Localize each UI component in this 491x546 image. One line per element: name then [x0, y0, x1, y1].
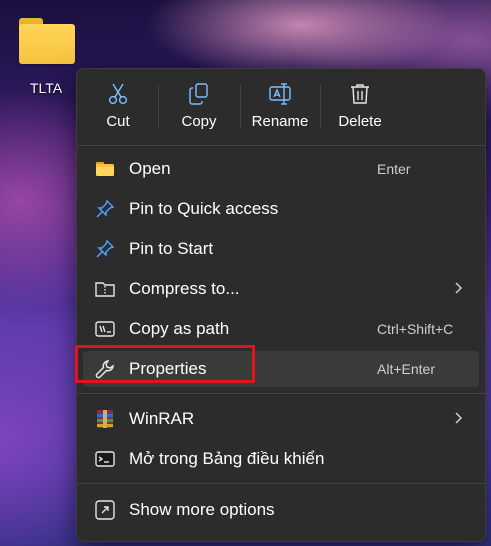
folder-label: TLTA: [29, 80, 63, 96]
menu-item-label: Pin to Start: [129, 239, 214, 258]
menu-item-label: Pin to Quick access: [129, 199, 279, 218]
context-toolbar: Cut Copy Rename Delete: [77, 69, 485, 145]
copy-button[interactable]: Copy: [159, 79, 239, 135]
menu-item-pin-quick-access[interactable]: Pin to Quick access: [83, 191, 479, 227]
zip-folder-icon: [95, 282, 115, 297]
cut-label: Cut: [106, 113, 130, 130]
shortcut-text: Enter: [377, 161, 411, 177]
winrar-icon: [97, 410, 113, 428]
folder-open-icon: [96, 162, 114, 176]
chevron-right-icon: [455, 412, 463, 424]
delete-label: Delete: [338, 113, 382, 130]
copy-icon: [189, 83, 208, 105]
copy-label: Copy: [181, 113, 217, 130]
chevron-right-icon: [455, 282, 463, 294]
terminal-icon: [95, 451, 115, 467]
menu-divider: [77, 483, 485, 484]
path-icon: [95, 321, 115, 337]
rename-button[interactable]: Rename: [240, 79, 320, 135]
rename-icon: [269, 83, 291, 105]
rename-label: Rename: [251, 113, 309, 130]
menu-item-pin-start[interactable]: Pin to Start: [83, 231, 479, 267]
folder-icon: [17, 16, 75, 64]
context-menu: Cut Copy Rename Delete Open Enter Pin to…: [76, 68, 486, 542]
properties-highlight-box: [75, 345, 255, 383]
menu-divider: [77, 393, 485, 394]
cut-button[interactable]: Cut: [78, 79, 158, 135]
trash-icon: [351, 84, 369, 104]
pin-icon: [96, 199, 115, 218]
scissors-icon: [108, 83, 128, 105]
shortcut-text: Ctrl+Shift+C: [377, 321, 454, 337]
menu-item-label: Open: [129, 159, 171, 178]
menu-item-label: Compress to...: [129, 279, 240, 298]
pin-icon: [96, 239, 115, 258]
menu-item-open-terminal[interactable]: Mở trong Bảng điều khiển: [83, 441, 479, 477]
menu-divider: [77, 145, 485, 146]
share-icon: [95, 500, 115, 520]
menu-item-winrar[interactable]: WinRAR: [83, 401, 479, 437]
menu-item-open[interactable]: Open Enter: [83, 151, 479, 187]
menu-item-label: WinRAR: [129, 409, 195, 428]
menu-item-label: Show more options: [129, 500, 275, 519]
shortcut-text: Alt+Enter: [377, 361, 435, 377]
menu-item-label: Mở trong Bảng điều khiển: [129, 449, 325, 468]
menu-item-label: Copy as path: [129, 319, 230, 338]
delete-button[interactable]: Delete: [320, 79, 400, 135]
desktop-folder[interactable]: TLTA: [14, 16, 78, 96]
menu-item-copy-as-path[interactable]: Copy as path Ctrl+Shift+C: [83, 311, 479, 347]
menu-item-compress[interactable]: Compress to...: [83, 271, 479, 307]
menu-item-show-more-options[interactable]: Show more options: [83, 492, 479, 528]
